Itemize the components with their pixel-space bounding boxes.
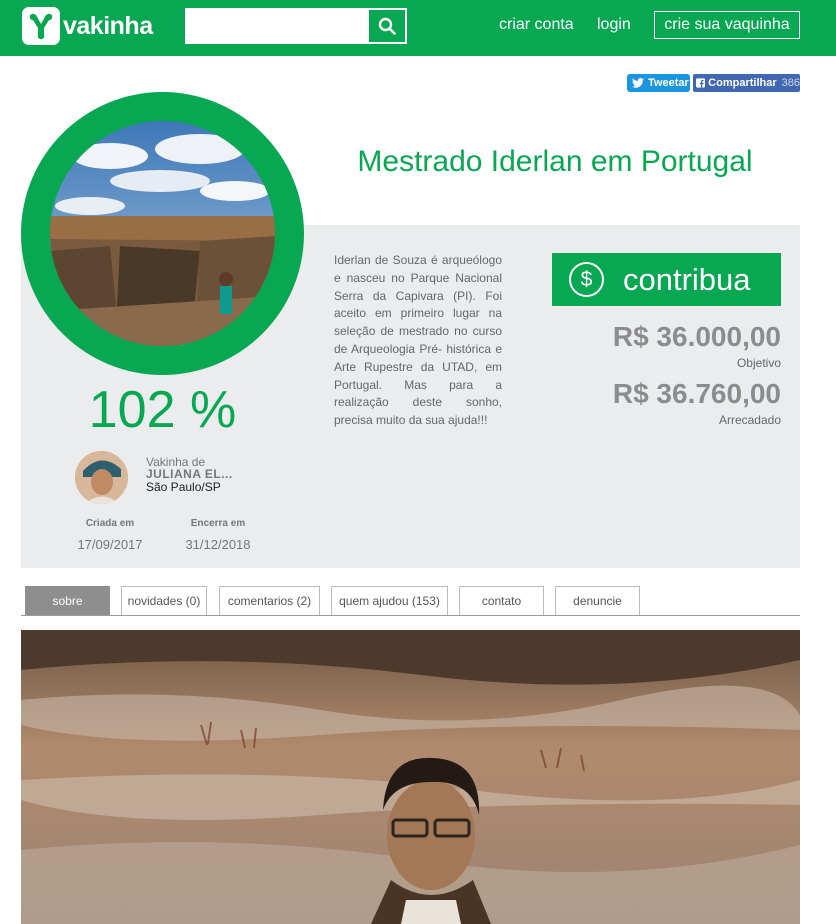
tweet-button[interactable]: Tweetar (627, 74, 690, 92)
tabs-divider (21, 615, 800, 616)
vakinha-logo[interactable]: vakinha (22, 7, 153, 45)
raised-amount: R$ 36.760,00 (612, 378, 781, 409)
contribute-label: contribua (623, 262, 751, 297)
tab-comentarios[interactable]: comentarios (2) (219, 586, 320, 615)
vakinha-logo-icon (22, 7, 60, 45)
dollar-icon: $ (569, 262, 604, 297)
owner-avatar[interactable] (75, 451, 128, 504)
twitter-bird-icon (632, 78, 644, 88)
campaign-description: Iderlan de Souza é arqueólogo e nasceu n… (334, 253, 502, 428)
search-input[interactable] (187, 10, 369, 42)
campaign-title: Mestrado Iderlan em Portugal (357, 145, 753, 178)
create-vaquinha-button[interactable]: crie sua vaquinha (654, 11, 800, 39)
campaign-photo (50, 121, 275, 346)
create-account-link[interactable]: criar conta (499, 16, 574, 34)
tab-quem-ajudou[interactable]: quem ajudou (153) (331, 586, 448, 615)
owner-city: São Paulo/SP (146, 480, 221, 494)
campaign-video[interactable] (21, 630, 800, 924)
contribute-button[interactable]: $ contribua (552, 253, 781, 306)
raised-label: Arrecadado (718, 413, 781, 427)
tab-denuncie[interactable]: denuncie (555, 586, 640, 615)
progress-ring (21, 92, 304, 375)
facebook-share-count: 386 (781, 77, 800, 89)
search-icon (378, 17, 396, 35)
tab-novidades[interactable]: novidades (0) (121, 586, 207, 615)
tweet-label: Tweetar (648, 77, 689, 89)
search-box (185, 8, 407, 44)
goal-amount: R$ 36.000,00 (612, 321, 781, 352)
top-navigation-bar: vakinha criar conta login crie sua vaqui… (0, 0, 836, 56)
goal-label: Objetivo (736, 356, 781, 370)
owner-name[interactable]: JULIANA EL... (146, 467, 233, 481)
end-date-label: Encerra em (190, 518, 246, 529)
logo-text: vakinha (63, 11, 153, 40)
end-date-value: 31/12/2018 (185, 537, 251, 552)
created-date-value: 17/09/2017 (77, 537, 143, 552)
created-date-label: Criada em (85, 518, 135, 529)
login-link[interactable]: login (597, 16, 631, 34)
tab-sobre[interactable]: sobre (25, 586, 110, 615)
facebook-share-button[interactable]: Compartilhar 386 (693, 74, 800, 92)
facebook-icon (696, 78, 706, 88)
facebook-share-label: Compartilhar (708, 77, 777, 89)
tab-contato[interactable]: contato (459, 586, 544, 615)
search-button[interactable] (369, 10, 405, 42)
funded-percent: 102 % (88, 381, 237, 439)
